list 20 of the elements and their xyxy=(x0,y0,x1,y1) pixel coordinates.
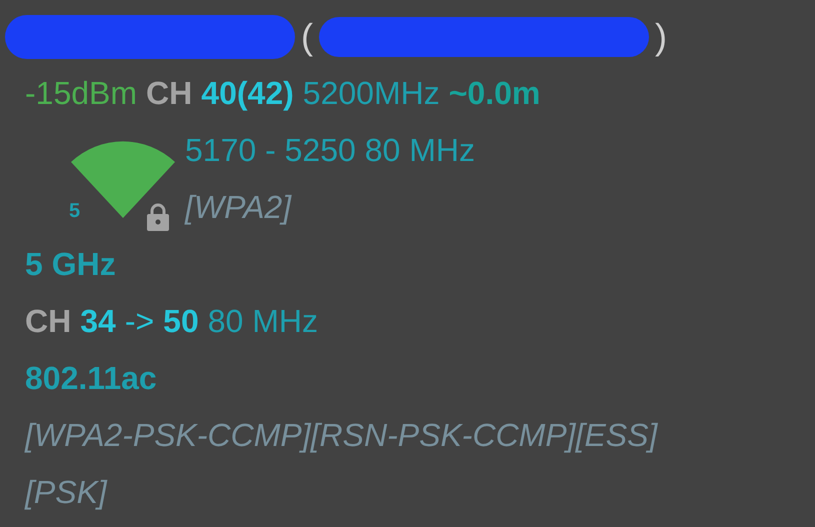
channel-number: 40(42) xyxy=(201,75,294,112)
paren: ) xyxy=(655,16,667,58)
channel-label: CH xyxy=(25,303,72,340)
frequency-band-label: 5 GHz xyxy=(25,246,116,283)
capabilities-text: [WPA2-PSK-CCMP][RSN-PSK-CCMP][ESS] xyxy=(25,417,658,454)
wifi-signal-icon xyxy=(70,140,176,220)
channel-end: 50 xyxy=(163,303,199,340)
signal-level: 5 xyxy=(69,200,80,223)
arrow-text: -> xyxy=(124,303,154,340)
frequency: 5200MHz xyxy=(302,75,440,112)
paren: ( xyxy=(301,16,313,58)
capabilities-text: [PSK] xyxy=(25,474,107,511)
channel-width: 80 MHz xyxy=(208,303,318,340)
channel-label: CH xyxy=(146,75,192,112)
distance: ~0.0m xyxy=(448,75,540,112)
channel-start: 34 xyxy=(80,303,116,340)
security-text: [WPA2] xyxy=(185,189,292,226)
frequency-range: 5170 - 5250 80 MHz xyxy=(185,132,475,169)
wifi-standard: 802.11ac xyxy=(25,360,157,397)
signal-power: -15dBm xyxy=(25,75,138,112)
